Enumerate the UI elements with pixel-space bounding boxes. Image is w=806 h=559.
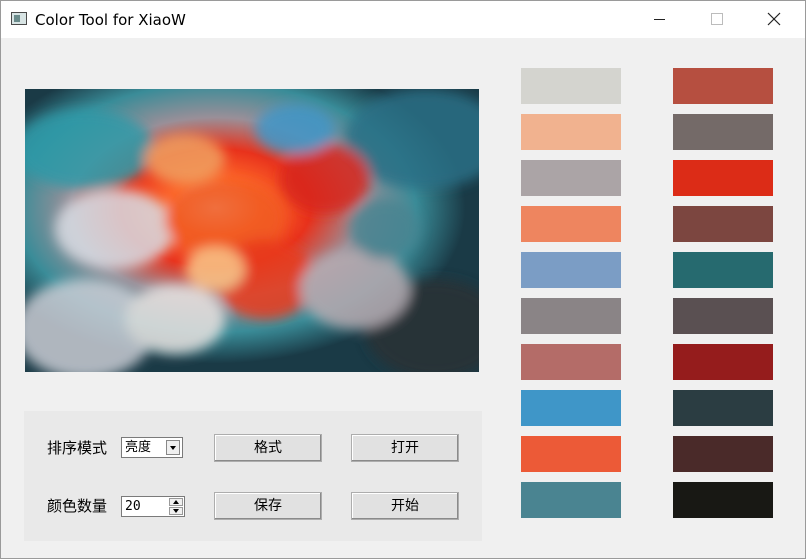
color-swatch-left-4 [521, 206, 621, 242]
color-swatch-left-6 [521, 298, 621, 334]
sort-mode-label: 排序模式 [47, 439, 108, 457]
open-button[interactable]: 打开 [351, 434, 459, 462]
minimize-button[interactable] [629, 1, 687, 38]
color-count-value: 20 [125, 499, 141, 514]
color-swatch-left-2 [521, 114, 621, 150]
color-swatch-right-5 [673, 252, 773, 288]
close-icon [767, 12, 781, 26]
spin-up-icon[interactable] [169, 498, 183, 506]
color-swatch-right-6 [673, 298, 773, 334]
abstract-color-explosion-image [25, 89, 479, 372]
maximize-button[interactable] [687, 1, 745, 38]
color-swatch-left-10 [521, 482, 621, 518]
preview-image [25, 89, 479, 372]
color-swatch-right-1 [673, 68, 773, 104]
color-swatch-right-7 [673, 344, 773, 380]
color-swatch-right-10 [673, 482, 773, 518]
sort-mode-value: 亮度 [125, 440, 152, 455]
color-swatch-left-1 [521, 68, 621, 104]
start-button[interactable]: 开始 [351, 492, 459, 520]
color-swatch-right-4 [673, 206, 773, 242]
close-button[interactable] [745, 1, 803, 38]
color-swatch-right-3 [673, 160, 773, 196]
color-swatch-right-2 [673, 114, 773, 150]
color-count-spinbox[interactable]: 20 [121, 496, 185, 517]
app-window: Color Tool for XiaoW 排序模式 亮度 格式 打开 颜色数量 … [0, 0, 806, 559]
color-swatch-left-9 [521, 436, 621, 472]
app-icon [11, 12, 27, 25]
chevron-down-icon[interactable] [166, 440, 180, 455]
color-swatch-left-3 [521, 160, 621, 196]
spin-down-icon[interactable] [169, 507, 183, 515]
color-swatch-right-9 [673, 436, 773, 472]
color-swatch-left-5 [521, 252, 621, 288]
title-bar: Color Tool for XiaoW [1, 1, 805, 38]
color-swatch-right-8 [673, 390, 773, 426]
sort-mode-select[interactable]: 亮度 [121, 437, 183, 458]
color-count-label: 颜色数量 [47, 497, 108, 515]
save-button[interactable]: 保存 [214, 492, 322, 520]
controls-panel: 排序模式 亮度 格式 打开 颜色数量 20 保存 开始 [24, 411, 482, 541]
window-title: Color Tool for XiaoW [35, 11, 186, 29]
minimize-icon [654, 19, 665, 20]
color-swatch-left-7 [521, 344, 621, 380]
maximize-icon [711, 13, 723, 25]
color-swatch-left-8 [521, 390, 621, 426]
format-button[interactable]: 格式 [214, 434, 322, 462]
